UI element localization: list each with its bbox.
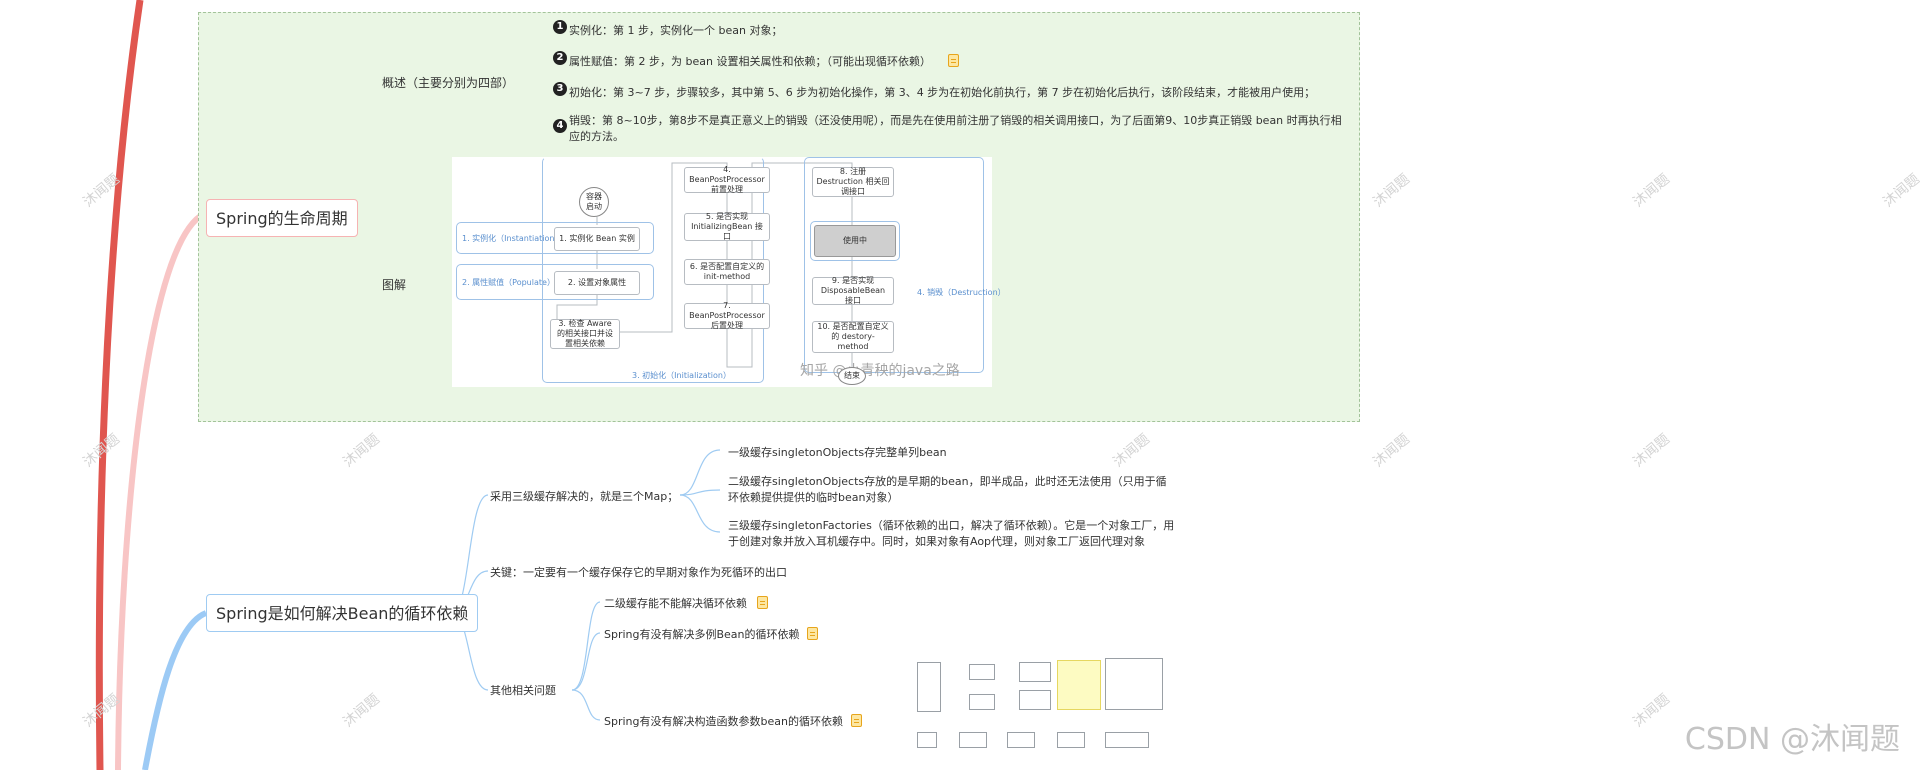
diagram-label[interactable]: 图解: [382, 276, 406, 293]
step-4-number: 4: [553, 119, 567, 133]
key-label[interactable]: 关键：一定要有一个缓存保存它的早期对象作为死循环的出口: [490, 564, 787, 580]
node-7: 7. BeanPostProcessor 后置处理: [684, 301, 770, 330]
note-icon[interactable]: [757, 596, 768, 609]
cache-item-1[interactable]: 一级缓存singletonObjects存完整单列bean: [728, 444, 947, 460]
step-3-text[interactable]: 初始化：第 3~7 步，步骤较多，其中第 5、6 步为初始化操作，第 3、4 步…: [569, 84, 1315, 100]
step-2-text[interactable]: 属性赋值：第 2 步，为 bean 设置相关属性和依赖；（可能出现循环依赖）: [569, 53, 931, 69]
blue-branch: [142, 610, 208, 770]
node-8: 8. 注册 Destruction 相关回调接口: [812, 167, 894, 197]
topic-circular-dependency[interactable]: Spring是如何解决Bean的循环依赖: [206, 594, 479, 632]
step-4-text[interactable]: 销毁：第 8~10步，第8步不是真正意义上的销毁（还没使用呢），而是先在使用前注…: [569, 113, 1345, 145]
node-9: 9. 是否实现 DisposableBean 接口: [812, 276, 894, 305]
other-label[interactable]: 其他相关问题: [490, 682, 556, 698]
zhihu-watermark: 知乎 @小青秧的java之路: [800, 363, 960, 379]
node-3: 3. 检查 Aware 的相关接口并设置相关依赖: [550, 319, 620, 349]
node-4: 4. BeanPostProcessor 前置处理: [684, 165, 770, 194]
node-6: 6. 是否配置自定义的 init-method: [684, 259, 770, 285]
group-populate-label: 2. 属性赋值（Populate）: [462, 278, 555, 287]
note-icon[interactable]: [807, 627, 818, 640]
step-1-text[interactable]: 实例化：第 1 步，实例化一个 bean 对象；: [569, 22, 782, 38]
note-icon[interactable]: [948, 54, 959, 67]
csdn-watermark: CSDN @沐闻题: [1684, 722, 1900, 757]
other-item-3[interactable]: Spring有没有解决构造函数参数bean的循环依赖: [604, 713, 843, 729]
end-node: 结束: [838, 367, 866, 385]
cache-label[interactable]: 采用三级缓存解决的，就是三个Map；: [490, 488, 678, 504]
circular-flowchart-thumbnail[interactable]: [915, 656, 1165, 766]
other-item-1[interactable]: 二级缓存能不能解决循环依赖: [604, 595, 747, 611]
group-initialization-label: 3. 初始化（Initialization）: [632, 371, 731, 380]
step-1-number: 1: [553, 20, 567, 34]
group-destruction-label: 4. 销毁（Destruction）: [917, 288, 1006, 297]
node-in-use: 使用中: [814, 225, 896, 257]
cache-item-3[interactable]: 三级缓存singletonFactories（循环依赖的出口，解决了循环依赖）。…: [728, 518, 1176, 550]
node-5: 5. 是否实现 InitializingBean 接口: [684, 212, 770, 241]
other-item-2[interactable]: Spring有没有解决多例Bean的循环依赖: [604, 626, 800, 642]
step-3-number: 3: [553, 82, 567, 96]
topic-lifecycle[interactable]: Spring的生命周期: [206, 199, 358, 237]
lifecycle-diagram: 容器 启动 1. 实例化（Instantiation） 1. 实例化 Bean 实…: [452, 157, 1006, 387]
overview-label[interactable]: 概述（主要分别为四部）: [382, 74, 514, 91]
cache-item-2[interactable]: 二级缓存singletonObjects存放的是早期的bean，即半成品，此时还…: [728, 474, 1176, 506]
step-2-number: 2: [553, 51, 567, 65]
note-icon[interactable]: [851, 714, 862, 727]
node-10: 10. 是否配置自定义的 destory-method: [812, 321, 894, 353]
